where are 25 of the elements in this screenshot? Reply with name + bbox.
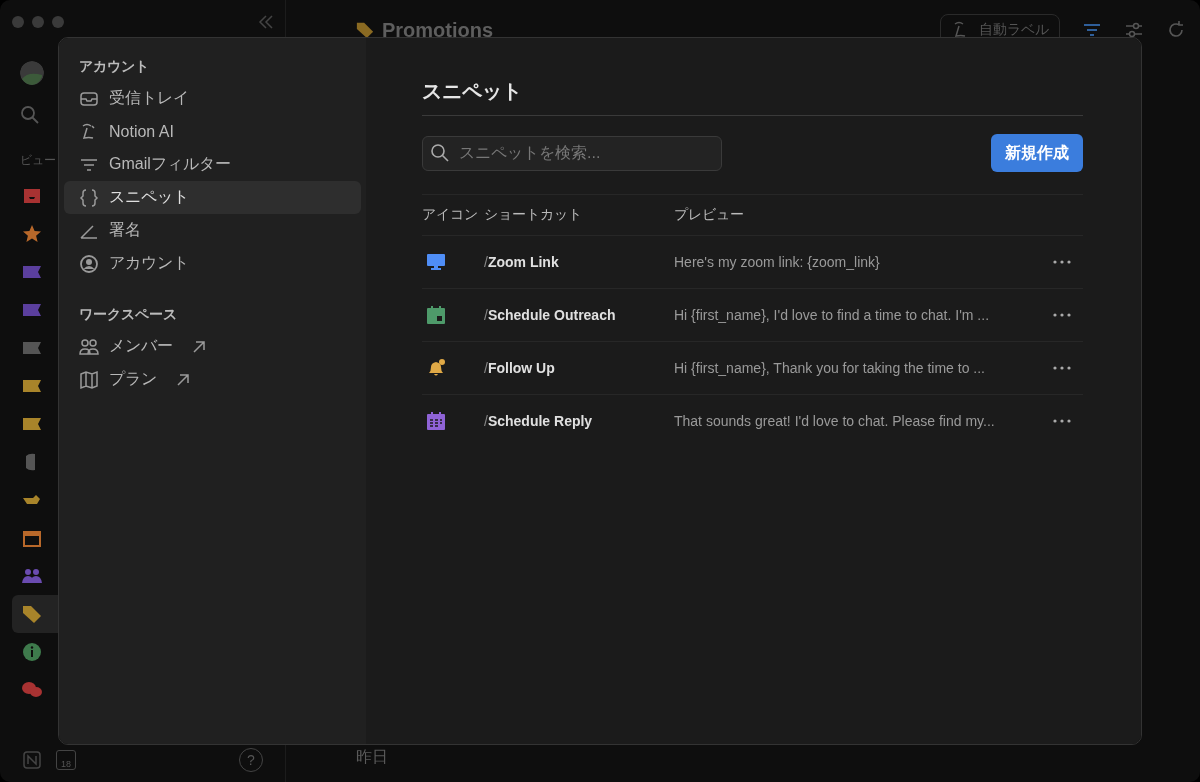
section-heading: ビュー xyxy=(20,153,56,167)
preview-cell-text: Hi {first_name}, I'd love to find a time to chat. I'm ... xyxy=(674,307,991,323)
nav-label: プラン xyxy=(109,369,157,389)
column-header: ショートカット xyxy=(484,206,583,224)
shortcut-cell-text: /Follow Up xyxy=(484,360,556,376)
preview-cell-text: Hi {first_name}, Thank you for taking the time to ... xyxy=(674,360,986,376)
shortcut-cell-text: /Zoom Link xyxy=(484,254,560,270)
preview-cell-text: Here's my zoom link: {zoom_link} xyxy=(674,254,881,270)
nav-label: スニペット xyxy=(109,187,189,207)
column-header: プレビュー xyxy=(674,206,745,224)
shortcut-cell-text: /Schedule Outreach xyxy=(484,307,617,323)
column-header: アイコン xyxy=(422,206,479,224)
dialog-title: スニペット xyxy=(422,78,1083,116)
nav-label: メンバー xyxy=(109,336,173,356)
section-heading: ワークスペース xyxy=(78,306,178,324)
nav-label: 受信トレイ xyxy=(109,88,189,108)
nav-label: アカウント xyxy=(109,253,189,273)
shortcut-cell-text: /Schedule Reply xyxy=(484,413,594,429)
preview-cell-text: That sounds great! I'd love to chat. Please find my... xyxy=(674,413,996,429)
section-heading: アカウント xyxy=(78,58,150,76)
nav-label: Gmailフィルター xyxy=(109,154,231,174)
nav-label: 署名 xyxy=(109,220,141,240)
date-group-heading: 昨日 xyxy=(356,747,389,767)
nav-label: Notion AI xyxy=(109,122,174,141)
page-title: Promotions xyxy=(382,18,494,42)
